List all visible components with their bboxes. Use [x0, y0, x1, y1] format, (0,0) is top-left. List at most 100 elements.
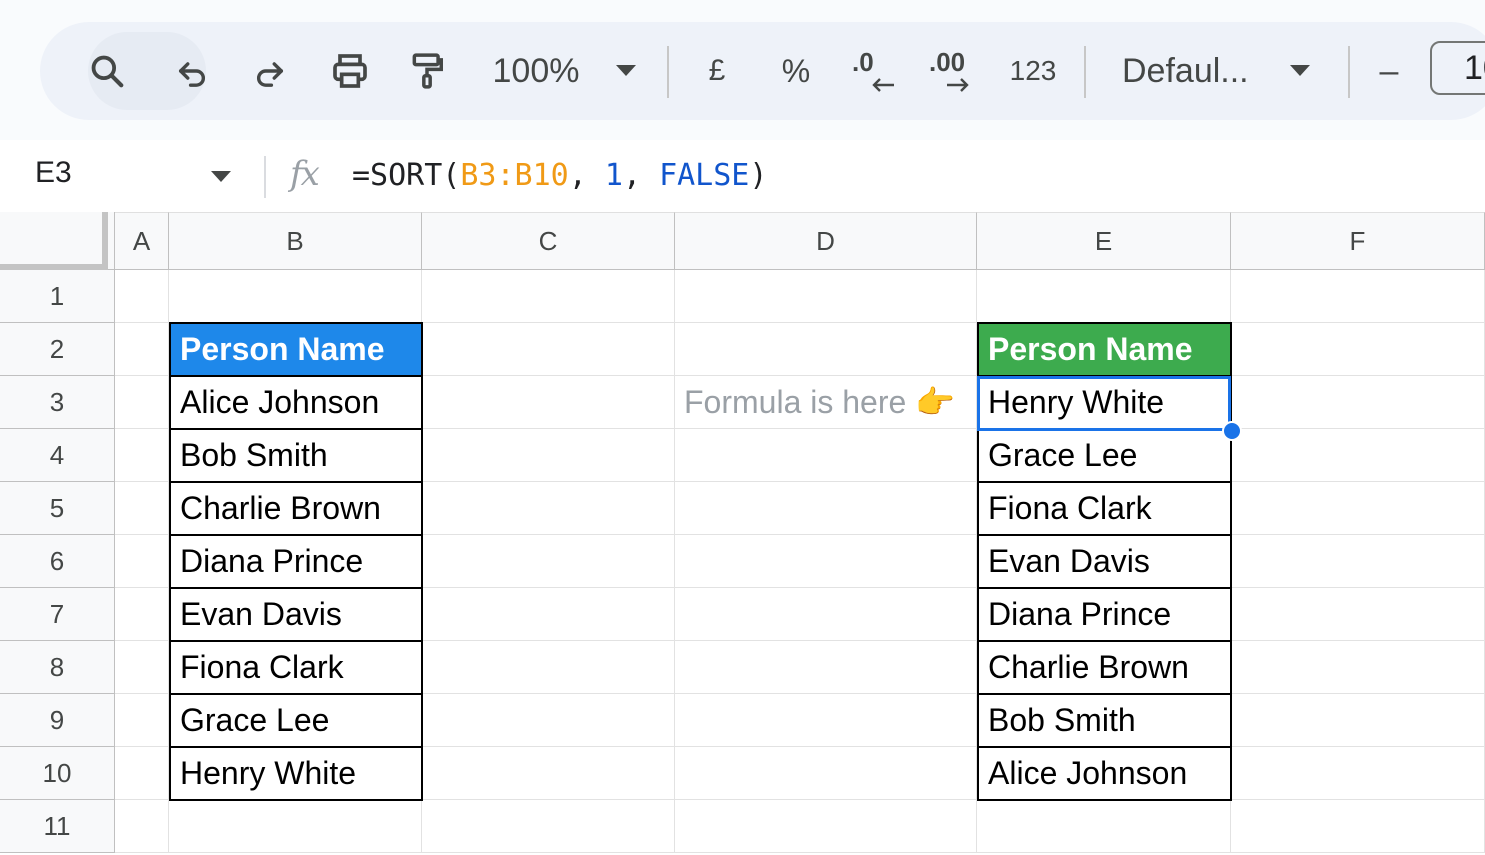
cell[interactable] — [115, 429, 169, 482]
source-name-cell[interactable]: Fiona Clark — [169, 640, 423, 695]
cell[interactable] — [1231, 429, 1485, 482]
font-size-input[interactable]: 10 — [1430, 41, 1485, 95]
result-name-cell[interactable]: Evan Davis — [977, 534, 1232, 589]
cell[interactable] — [422, 641, 675, 694]
result-name-cell[interactable]: Charlie Brown — [977, 640, 1232, 695]
zoom-dropdown-icon[interactable] — [612, 22, 640, 120]
cell[interactable] — [1231, 376, 1485, 429]
cell[interactable] — [115, 482, 169, 535]
cell[interactable] — [422, 800, 675, 853]
source-name-cell[interactable]: Charlie Brown — [169, 481, 423, 536]
undo-icon[interactable] — [171, 22, 213, 120]
source-name-cell[interactable]: Bob Smith — [169, 428, 423, 483]
cell[interactable] — [675, 482, 977, 535]
source-name-cell[interactable]: Evan Davis — [169, 587, 423, 642]
result-name-cell[interactable]: Henry White — [977, 375, 1232, 430]
result-name-cell[interactable]: Grace Lee — [977, 428, 1232, 483]
decrease-decimal-button[interactable]: .0 — [852, 22, 900, 120]
row-header-10[interactable]: 10 — [0, 747, 115, 800]
cell[interactable] — [115, 747, 169, 800]
cell[interactable] — [115, 694, 169, 747]
cell[interactable] — [1231, 588, 1485, 641]
cell[interactable] — [422, 588, 675, 641]
column-header-b[interactable]: B — [169, 212, 422, 270]
cell[interactable] — [115, 323, 169, 376]
cell[interactable] — [169, 800, 422, 853]
name-box[interactable]: E3 — [35, 156, 72, 190]
column-header-c[interactable]: C — [422, 212, 675, 270]
print-icon[interactable] — [327, 22, 373, 120]
cell[interactable] — [1231, 482, 1485, 535]
paint-format-icon[interactable] — [405, 22, 449, 120]
row-header-5[interactable]: 5 — [0, 482, 115, 535]
cell[interactable] — [115, 800, 169, 853]
cell[interactable] — [1231, 535, 1485, 588]
cell[interactable] — [422, 747, 675, 800]
cell[interactable] — [675, 429, 977, 482]
row-header-8[interactable]: 8 — [0, 641, 115, 694]
font-dropdown-icon[interactable] — [1286, 22, 1314, 120]
cell[interactable] — [675, 270, 977, 323]
cell[interactable] — [675, 323, 977, 376]
fill-handle[interactable] — [1222, 421, 1242, 441]
search-icon[interactable] — [86, 22, 128, 120]
result-table-header[interactable]: Person Name — [977, 322, 1232, 377]
column-header-d[interactable]: D — [675, 212, 977, 270]
formula-note[interactable]: Formula is here 👉 — [675, 376, 977, 429]
row-header-7[interactable]: 7 — [0, 588, 115, 641]
cell[interactable] — [1231, 270, 1485, 323]
row-header-1[interactable]: 1 — [0, 270, 115, 323]
result-name-cell[interactable]: Diana Prince — [977, 587, 1232, 642]
name-box-dropdown-icon[interactable] — [210, 170, 232, 188]
cell[interactable] — [675, 641, 977, 694]
cell[interactable] — [1231, 323, 1485, 376]
select-all-corner[interactable] — [0, 212, 115, 270]
percent-format-button[interactable]: % — [778, 22, 814, 120]
row-header-3[interactable]: 3 — [0, 376, 115, 429]
row-header-11[interactable]: 11 — [0, 800, 115, 853]
cell[interactable] — [675, 535, 977, 588]
cell[interactable] — [422, 694, 675, 747]
row-header-6[interactable]: 6 — [0, 535, 115, 588]
decrease-font-size-button[interactable]: – — [1372, 22, 1406, 120]
row-header-9[interactable]: 9 — [0, 694, 115, 747]
row-header-4[interactable]: 4 — [0, 429, 115, 482]
column-header-a[interactable]: A — [115, 212, 169, 270]
formula-input[interactable]: =SORT(B3:B10, 1, FALSE) — [352, 158, 767, 193]
source-name-cell[interactable]: Grace Lee — [169, 693, 423, 748]
column-header-e[interactable]: E — [977, 212, 1231, 270]
font-family-select[interactable]: Defaul... — [1122, 22, 1262, 120]
source-name-cell[interactable]: Henry White — [169, 746, 423, 801]
source-table-header[interactable]: Person Name — [169, 322, 423, 377]
result-name-cell[interactable]: Fiona Clark — [977, 481, 1232, 536]
more-formats-button[interactable]: 123 — [1008, 22, 1058, 120]
column-header-f[interactable]: F — [1231, 212, 1485, 270]
currency-format-button[interactable]: £ — [702, 22, 732, 120]
zoom-select[interactable]: 100% — [488, 22, 584, 120]
cell[interactable] — [422, 323, 675, 376]
redo-icon[interactable] — [249, 22, 291, 120]
result-name-cell[interactable]: Alice Johnson — [977, 746, 1232, 801]
cell[interactable] — [675, 588, 977, 641]
frozen-pane-handle[interactable] — [0, 212, 108, 270]
cell[interactable] — [1231, 694, 1485, 747]
cell[interactable] — [115, 641, 169, 694]
cell[interactable] — [422, 482, 675, 535]
cell[interactable] — [675, 800, 977, 853]
cell[interactable] — [422, 376, 675, 429]
cell[interactable] — [169, 270, 422, 323]
cell[interactable] — [422, 535, 675, 588]
cell[interactable] — [977, 800, 1231, 853]
cell[interactable] — [1231, 747, 1485, 800]
increase-decimal-button[interactable]: .00 — [929, 22, 979, 120]
cell[interactable] — [1231, 641, 1485, 694]
cell[interactable] — [977, 270, 1231, 323]
source-name-cell[interactable]: Diana Prince — [169, 534, 423, 589]
cell[interactable] — [115, 270, 169, 323]
cell[interactable] — [422, 429, 675, 482]
cell[interactable] — [422, 270, 675, 323]
cell[interactable] — [115, 376, 169, 429]
result-name-cell[interactable]: Bob Smith — [977, 693, 1232, 748]
source-name-cell[interactable]: Alice Johnson — [169, 375, 423, 430]
cell[interactable] — [1231, 800, 1485, 853]
